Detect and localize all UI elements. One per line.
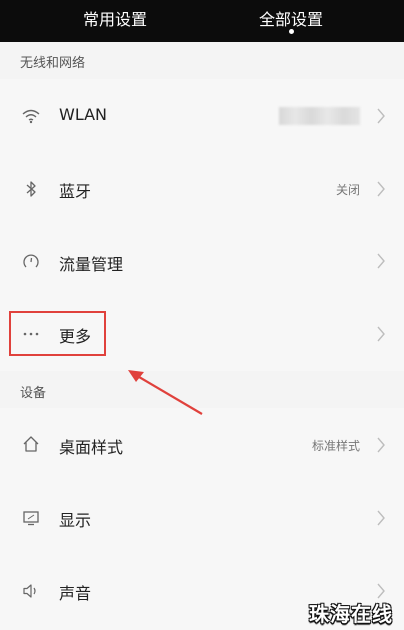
chevron-right-icon [377, 253, 385, 269]
row-label-data-usage: 流量管理 [59, 255, 124, 274]
settings-row-display[interactable]: 显示 [0, 481, 404, 555]
section-header-wireless: 无线和网络 [0, 42, 404, 80]
row-label-bluetooth: 蓝牙 [59, 182, 92, 201]
chevron-right-icon [377, 181, 385, 197]
section-title-wireless: 无线和网络 [20, 56, 86, 71]
top-tab-bar: 常用设置 全部设置 [0, 0, 404, 42]
chevron-right-icon [377, 108, 385, 124]
row-label-wlan: WLAN [59, 105, 108, 124]
row-label-home-style: 桌面样式 [59, 438, 124, 457]
home-style-value: 标准样式 [311, 439, 360, 453]
tab-common-settings[interactable]: 常用设置 [60, 6, 170, 30]
home-icon [20, 433, 42, 455]
row-label-display: 显示 [59, 511, 92, 530]
annotation-arrow-icon [128, 370, 203, 415]
active-tab-indicator [289, 29, 294, 34]
bluetooth-icon [20, 178, 42, 200]
chevron-right-icon [377, 510, 385, 526]
data-usage-icon [20, 251, 42, 273]
speaker-icon [20, 580, 42, 602]
redacted-network-name [279, 107, 360, 125]
chevron-right-icon [377, 437, 385, 453]
section-title-device: 设备 [20, 386, 47, 401]
row-label-sound: 声音 [59, 584, 92, 603]
tab-all-settings[interactable]: 全部设置 [236, 6, 346, 30]
settings-row-data-usage[interactable]: 流量管理 [0, 226, 404, 299]
annotation-highlight-box [9, 311, 106, 356]
watermark-text: 珠海在线 [309, 602, 393, 626]
display-icon [20, 507, 42, 529]
bluetooth-status: 关闭 [335, 183, 360, 197]
settings-row-bluetooth[interactable]: 蓝牙 关闭 [0, 153, 404, 227]
chevron-right-icon [377, 326, 385, 342]
wifi-icon [20, 105, 42, 127]
settings-row-wlan[interactable]: WLAN [0, 79, 404, 154]
